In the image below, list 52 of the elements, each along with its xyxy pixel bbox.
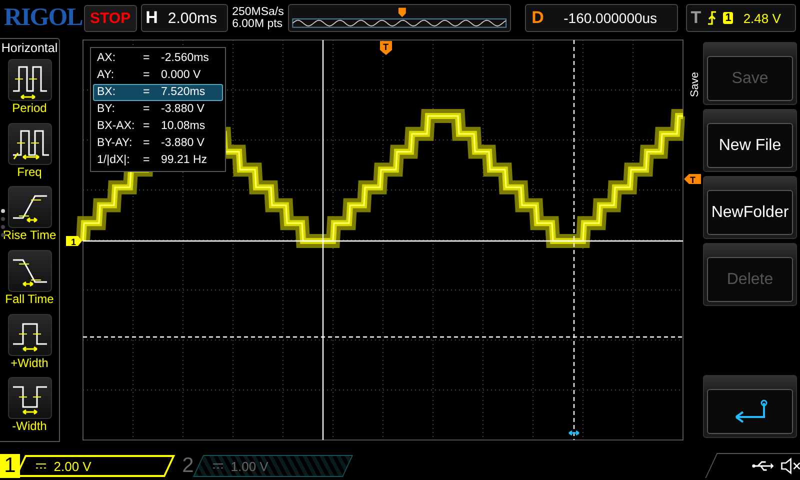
trigger-label: T	[690, 8, 702, 28]
delay-box[interactable]: D -160.000000us	[524, 4, 678, 32]
measure-label: Fall Time	[5, 292, 54, 306]
readout-row[interactable]: AY: = 0.000 V	[93, 67, 223, 84]
channel-marker: 1	[66, 236, 82, 247]
cursor-line[interactable]	[322, 40, 324, 440]
readout-row[interactable]: AX: = -2.560ms	[93, 50, 223, 67]
rising-edge-icon	[707, 11, 718, 25]
dc-coupling-icon	[213, 462, 223, 470]
readout-row[interactable]: BY: = -3.880 V	[93, 101, 223, 118]
measure-label: -Width	[12, 419, 47, 434]
delay-label: D	[532, 8, 544, 28]
measure-button[interactable]	[8, 186, 52, 228]
measure-button[interactable]	[8, 59, 52, 101]
measure-label: Rise Time	[2, 228, 56, 242]
cursor-handle-icon	[568, 430, 580, 436]
measure-label: Freq	[17, 164, 42, 179]
usb-icon	[752, 460, 774, 472]
readout-row[interactable]: BX: = 7.520ms	[93, 84, 223, 101]
measure-button[interactable]	[8, 314, 52, 356]
delay-value: -160.000000us	[562, 10, 658, 26]
cursor-line[interactable]	[83, 336, 683, 338]
menu-button[interactable]: NewFolder	[703, 176, 797, 239]
trigger-level-marker: T	[684, 174, 701, 185]
readout-row[interactable]: 1/|dX|: = 99.21 Hz	[93, 152, 223, 169]
trigger-position-marker: T	[380, 41, 392, 55]
speaker-muted-icon	[780, 457, 800, 475]
cursor-line[interactable]	[573, 40, 575, 440]
measure-button[interactable]	[8, 122, 52, 165]
page-indicator	[1, 209, 5, 237]
readout-row[interactable]: BY-AY: = -3.880 V	[93, 135, 223, 152]
trigger-source: 1	[723, 12, 734, 24]
cursor-line[interactable]	[83, 240, 683, 242]
sample-rate: 250MSa/s	[232, 6, 284, 18]
measure-button[interactable]	[8, 377, 52, 420]
menu-title: Save	[689, 72, 701, 98]
memory-depth: 6.00M pts	[232, 18, 284, 30]
run-stop-button[interactable]: STOP	[84, 4, 137, 32]
readout-row[interactable]: BX-AX: = 10.08ms	[93, 118, 223, 135]
measure-label: +Width	[10, 356, 48, 370]
menu-button[interactable]: New File	[703, 109, 797, 172]
measure-label: Period	[12, 101, 47, 115]
trigger-box[interactable]: T 1 2.48 V	[686, 4, 796, 32]
back-button[interactable]	[703, 375, 797, 438]
measure-button[interactable]	[8, 250, 52, 292]
timebase-box[interactable]: H 2.00ms	[140, 4, 228, 32]
timebase-label: H	[146, 8, 158, 28]
trigger-level: 2.48 V	[743, 10, 781, 26]
timebase-value: 2.00ms	[166, 10, 218, 26]
brand-logo: RIGOL	[4, 4, 80, 32]
panel-title: Horizontal	[1, 40, 58, 57]
dc-coupling-icon	[36, 462, 46, 470]
